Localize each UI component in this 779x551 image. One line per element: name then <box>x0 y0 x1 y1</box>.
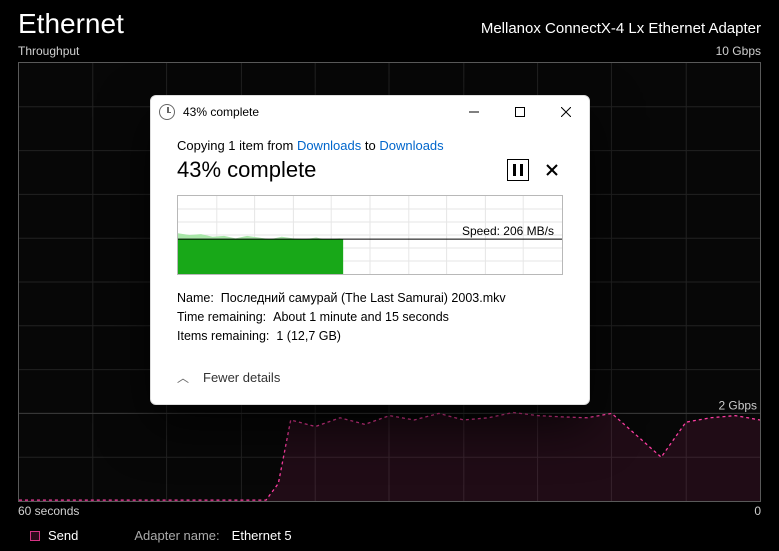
x-axis-left: 60 seconds <box>18 504 79 518</box>
pause-button[interactable] <box>507 159 529 181</box>
legend-send: Send <box>48 528 78 543</box>
name-label: Name: <box>177 291 214 305</box>
y-axis-label-right: 10 Gbps <box>716 44 761 58</box>
y-axis-label-left: Throughput <box>18 44 79 58</box>
time-value: About 1 minute and 15 seconds <box>273 310 449 324</box>
close-button[interactable] <box>543 96 589 128</box>
minimize-button[interactable] <box>451 96 497 128</box>
legend-swatch-send <box>30 531 40 541</box>
window-title: 43% complete <box>183 105 451 119</box>
source-link[interactable]: Downloads <box>297 138 361 153</box>
adapter-name-label: Adapter name: <box>134 528 219 543</box>
adapter-name-value: Ethernet 5 <box>232 528 292 543</box>
maximize-button[interactable] <box>497 96 543 128</box>
fewer-details-toggle[interactable]: ︿ Fewer details <box>177 369 563 386</box>
titlebar[interactable]: 43% complete <box>151 96 589 128</box>
chevron-up-icon: ︿ <box>177 369 189 386</box>
dest-link[interactable]: Downloads <box>379 138 443 153</box>
name-value: Последний самурай (The Last Samurai) 200… <box>221 291 506 305</box>
copy-dialog: 43% complete Copying 1 item from Downloa… <box>150 95 590 405</box>
cancel-button[interactable] <box>541 159 563 181</box>
speed-label: Speed: 206 MB/s <box>462 224 554 238</box>
percent-complete: 43% complete <box>177 157 495 183</box>
items-label: Items remaining: <box>177 329 269 343</box>
copy-speed-chart: Speed: 206 MB/s <box>177 195 563 275</box>
close-icon <box>546 164 558 176</box>
page-title: Ethernet <box>18 8 124 40</box>
time-label: Time remaining: <box>177 310 266 324</box>
gridline-label-2gbps: 2 Gbps <box>718 398 757 412</box>
copying-line: Copying 1 item from Downloads to Downloa… <box>177 138 563 153</box>
pause-icon <box>513 164 523 176</box>
items-value: 1 (12,7 GB) <box>276 329 341 343</box>
adapter-subtitle: Mellanox ConnectX-4 Lx Ethernet Adapter <box>481 20 761 37</box>
x-axis-right: 0 <box>754 504 761 518</box>
clock-icon <box>159 104 175 120</box>
